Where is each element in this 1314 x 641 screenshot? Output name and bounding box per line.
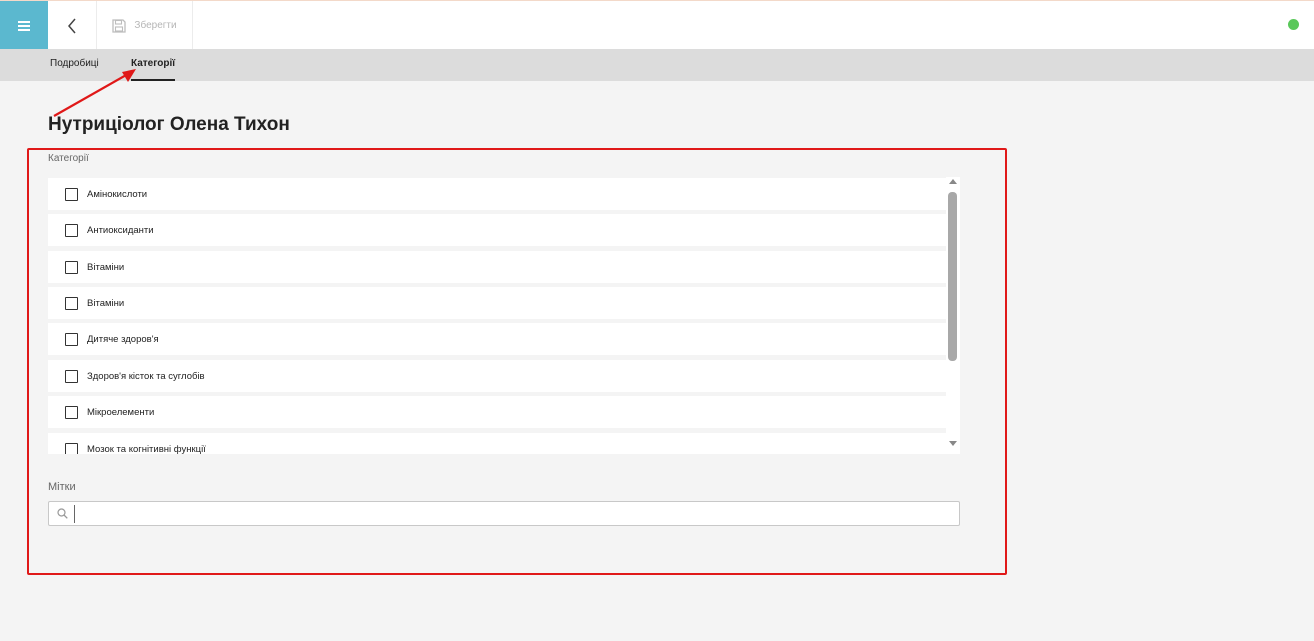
category-checkbox[interactable] bbox=[65, 223, 78, 237]
category-label: Дитяче здоров'я bbox=[87, 333, 159, 345]
tags-section-label: Мітки bbox=[48, 481, 76, 493]
category-item[interactable]: Дитяче здоров'я bbox=[48, 323, 946, 355]
categories-list: Амінокислоти Антиоксиданти Вітаміни Віта… bbox=[48, 177, 946, 454]
category-item[interactable]: Антиоксиданти bbox=[48, 214, 946, 246]
status-indicator bbox=[1288, 19, 1299, 30]
category-item[interactable]: Вітаміни bbox=[48, 287, 946, 319]
scrollbar-thumb[interactable] bbox=[948, 192, 957, 361]
category-checkbox[interactable] bbox=[65, 442, 78, 454]
category-label: Антиоксиданти bbox=[87, 224, 154, 236]
top-toolbar: Зберегти bbox=[0, 0, 1314, 50]
save-button-label: Зберегти bbox=[134, 20, 177, 31]
save-button[interactable]: Зберегти bbox=[96, 1, 193, 50]
scroll-up-arrow-icon[interactable] bbox=[949, 179, 957, 184]
category-label: Вітаміни bbox=[87, 261, 125, 273]
category-item[interactable]: Мозок та когнітивні функції bbox=[48, 433, 946, 454]
category-item[interactable]: Амінокислоти bbox=[48, 178, 946, 210]
category-checkbox[interactable] bbox=[65, 296, 78, 310]
tags-search-field[interactable] bbox=[48, 501, 960, 526]
category-item[interactable]: Вітаміни bbox=[48, 251, 946, 283]
floppy-disk-icon bbox=[112, 18, 127, 33]
category-item[interactable]: Здоров'я кісток та суглобів bbox=[48, 360, 946, 392]
category-label: Мозок та когнітивні функції bbox=[87, 443, 206, 455]
scroll-down-arrow-icon[interactable] bbox=[949, 441, 957, 446]
category-label: Здоров'я кісток та суглобів bbox=[87, 370, 205, 382]
search-icon bbox=[57, 508, 68, 519]
categories-section-label: Категорії bbox=[48, 153, 89, 164]
back-button[interactable] bbox=[48, 1, 96, 50]
menu-button[interactable] bbox=[0, 1, 48, 50]
chevron-left-icon bbox=[68, 18, 76, 33]
category-label: Амінокислоти bbox=[87, 188, 148, 200]
page-title: Нутриціолог Олена Тихон bbox=[48, 114, 290, 135]
categories-scrollbar[interactable] bbox=[946, 177, 960, 454]
tags-search-input[interactable] bbox=[74, 504, 934, 523]
hamburger-menu-icon bbox=[18, 20, 30, 31]
category-label: Вітаміни bbox=[87, 297, 125, 309]
tab-bar: Подробиці Категорії bbox=[0, 49, 1314, 81]
category-checkbox[interactable] bbox=[65, 260, 78, 274]
category-checkbox[interactable] bbox=[65, 332, 78, 346]
category-label: Мікроелементи bbox=[87, 406, 155, 418]
category-checkbox[interactable] bbox=[65, 187, 78, 201]
category-checkbox[interactable] bbox=[65, 369, 78, 383]
category-item[interactable]: Мікроелементи bbox=[48, 396, 946, 428]
category-checkbox[interactable] bbox=[65, 405, 78, 419]
